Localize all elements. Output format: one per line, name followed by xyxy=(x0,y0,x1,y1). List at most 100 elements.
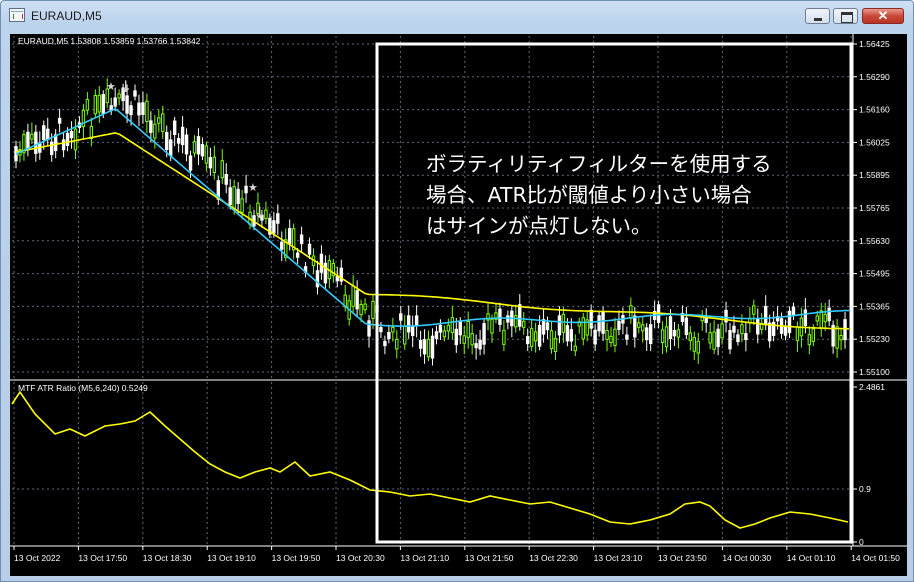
candle-body xyxy=(61,139,66,151)
chart-svg[interactable]: EURAUD,M5 1.53808 1.53859 1.53766 1.5384… xyxy=(10,34,907,576)
candle-body xyxy=(391,326,395,333)
candle-body xyxy=(557,315,562,336)
candle-body xyxy=(470,333,474,346)
title-bar[interactable]: EURAUD,M5 ✕ xyxy=(1,1,913,29)
minimize-icon xyxy=(814,18,822,21)
time-tick-label: 13 Oct 18:30 xyxy=(143,553,192,563)
close-icon: ✕ xyxy=(877,8,889,23)
candle-body xyxy=(450,317,455,333)
candle-body xyxy=(660,329,665,344)
candle-body xyxy=(549,330,554,350)
maximize-button[interactable] xyxy=(833,8,858,24)
candle-body xyxy=(633,315,637,338)
candle-body xyxy=(609,335,613,343)
candle-body xyxy=(446,324,451,332)
candle-body xyxy=(65,132,70,146)
candle-body xyxy=(704,317,708,324)
candle-body xyxy=(839,334,843,341)
candle-body xyxy=(767,322,772,342)
candle-body xyxy=(169,139,173,157)
candle-body xyxy=(442,330,447,338)
price-tick-label: 1.56025 xyxy=(859,137,890,147)
window-title: EURAUD,M5 xyxy=(31,9,102,23)
price-tick-label: 1.55895 xyxy=(859,170,890,180)
candle-body xyxy=(363,303,367,311)
candle-body xyxy=(545,322,550,331)
candle-body xyxy=(823,313,827,323)
minimize-button[interactable] xyxy=(805,8,830,24)
candle-body xyxy=(569,329,574,342)
time-tick-label: 13 Oct 23:50 xyxy=(658,553,707,563)
candle-body xyxy=(815,315,819,322)
candle-body xyxy=(208,157,213,169)
candle-body xyxy=(708,332,712,344)
candle-body xyxy=(133,90,137,97)
candle-body xyxy=(764,305,768,326)
candle-body xyxy=(422,339,427,355)
candle-body xyxy=(668,316,673,340)
candle-body xyxy=(791,306,796,315)
candle-body xyxy=(34,131,38,154)
candle-body xyxy=(605,329,609,340)
candle-body xyxy=(438,324,443,333)
candle-body xyxy=(276,213,280,224)
time-tick-label: 13 Oct 19:50 xyxy=(272,553,321,563)
candle-body xyxy=(85,99,90,111)
candle-body xyxy=(379,327,383,333)
annotation-text: ボラティリティフィルターを使用する 場合、ATR比が閾値より小さい場合 はサイン… xyxy=(426,149,826,242)
candle-body xyxy=(597,315,601,332)
indicator-header: MTF ATR Ratio (M5,6,240) 0.5249 xyxy=(18,383,148,393)
main-chart-header: EURAUD,M5 1.53808 1.53859 1.53766 1.5384… xyxy=(18,36,201,46)
sell-arrow-1: ↓ xyxy=(119,77,132,96)
maximize-icon xyxy=(841,12,853,23)
candle-body xyxy=(692,337,696,352)
candle-body xyxy=(272,220,276,234)
candle-body xyxy=(414,315,419,327)
candle-body xyxy=(315,270,320,288)
candle-body xyxy=(454,328,459,346)
candle-body xyxy=(478,339,482,350)
candle-body xyxy=(533,331,538,342)
candle-body xyxy=(625,334,629,340)
candle-body xyxy=(744,333,748,340)
sell-arrow-2: ↓ xyxy=(253,203,266,222)
candle-body xyxy=(280,241,284,250)
candle-body xyxy=(807,334,812,346)
candle-body xyxy=(728,329,732,350)
candle-body xyxy=(716,328,720,348)
candle-body xyxy=(593,329,597,345)
candle-body xyxy=(212,156,217,174)
candle-body xyxy=(581,317,585,340)
candle-body xyxy=(359,303,363,316)
candle-body xyxy=(97,94,101,113)
candle-body xyxy=(228,187,232,206)
close-button[interactable]: ✕ xyxy=(862,8,904,24)
candle-body xyxy=(299,234,304,245)
candle-body xyxy=(518,304,522,327)
candle-body xyxy=(399,313,403,321)
annotation-line-1: ボラティリティフィルターを使用する xyxy=(426,152,772,176)
annotation-line-2: 場合、ATR比が閾値より小さい場合 xyxy=(426,183,752,207)
candle-body xyxy=(601,311,605,334)
chart-canvas[interactable]: EURAUD,M5 1.53808 1.53859 1.53766 1.5384… xyxy=(10,34,907,576)
candle-body xyxy=(319,253,324,273)
indicator-tick-label: 0.9 xyxy=(859,484,871,494)
candle-body xyxy=(740,324,744,335)
candle-body xyxy=(42,125,46,141)
candle-body xyxy=(811,328,815,342)
signal-star-1: ★ xyxy=(106,80,116,93)
price-tick-label: 1.56290 xyxy=(859,72,890,82)
candle-body xyxy=(613,328,617,346)
time-tick-label: 14 Oct 01:10 xyxy=(787,553,836,563)
candle-body xyxy=(50,141,54,156)
candle-body xyxy=(129,105,133,116)
candle-body xyxy=(732,325,736,333)
candle-body xyxy=(161,113,165,132)
candle-body xyxy=(26,131,30,149)
candle-body xyxy=(573,345,577,352)
candle-body xyxy=(787,310,792,334)
candle-body xyxy=(410,326,415,337)
time-tick-label: 13 Oct 21:10 xyxy=(400,553,449,563)
candle-body xyxy=(458,321,462,336)
price-tick-label: 1.55100 xyxy=(859,367,890,377)
